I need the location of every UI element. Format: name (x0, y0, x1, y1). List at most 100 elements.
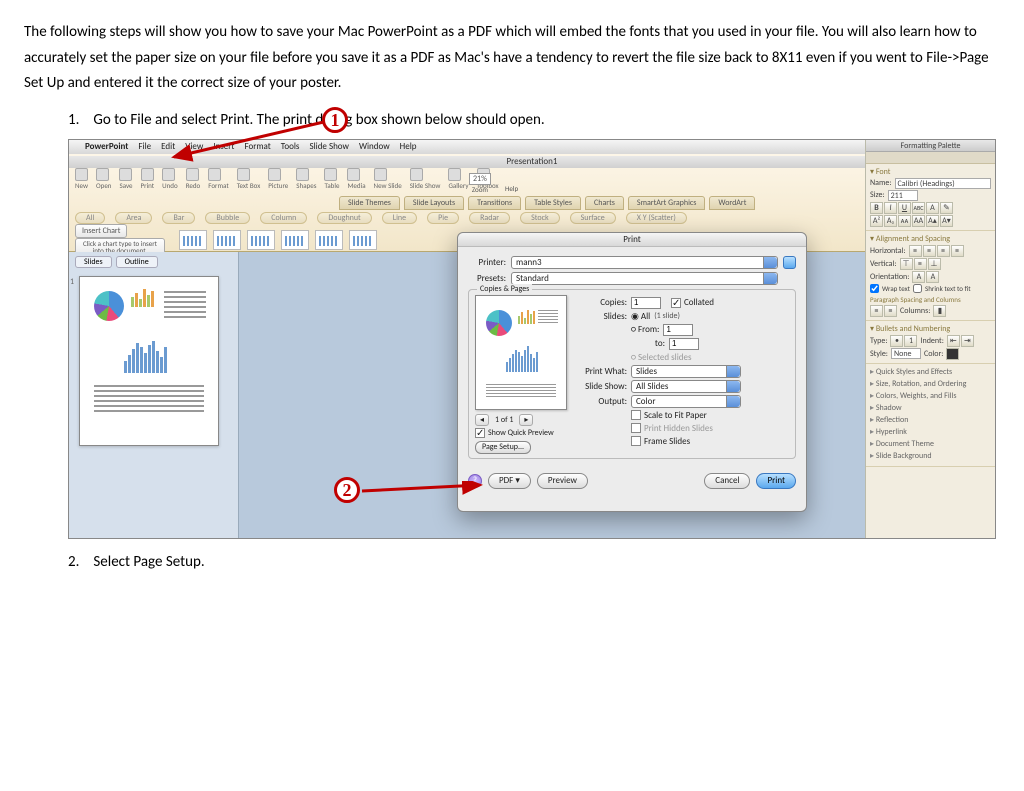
spacing-icon[interactable]: ≡ (884, 305, 897, 317)
qat-slideshow-icon[interactable] (410, 168, 423, 181)
from-input[interactable] (663, 324, 693, 336)
chartcat-area[interactable]: Area (115, 212, 152, 224)
tab-slides[interactable]: Slides (75, 256, 112, 268)
color-swatch[interactable] (946, 348, 959, 360)
menu-help[interactable]: Help (400, 141, 417, 152)
tab-charts[interactable]: Charts (585, 196, 624, 210)
preview-button[interactable]: Preview (537, 473, 588, 489)
qat-textbox-icon[interactable] (237, 168, 250, 181)
show-quick-preview-checkbox[interactable]: Show Quick Preview (475, 428, 567, 438)
menu-app[interactable]: PowerPoint (85, 141, 128, 152)
strike-button[interactable]: ABC (912, 202, 925, 214)
disc-shadow[interactable]: Shadow (870, 402, 991, 414)
chartcat-bar[interactable]: Bar (162, 212, 195, 224)
cancel-button[interactable]: Cancel (704, 473, 750, 489)
indent-dec-icon[interactable]: ⇤ (947, 335, 960, 347)
print-what-select[interactable]: Slides (631, 365, 741, 378)
scale-checkbox[interactable]: Scale to Fit Paper (631, 410, 707, 421)
tab-slide-layouts[interactable]: Slide Layouts (404, 196, 464, 210)
disc-size-rotation[interactable]: Size, Rotation, and Ordering (870, 378, 991, 390)
menu-edit[interactable]: Edit (161, 141, 175, 152)
prev-page-button[interactable]: ◂ (475, 414, 489, 426)
shrink-font-button[interactable]: A▾ (940, 215, 953, 227)
disc-quick-styles[interactable]: Quick Styles and Effects (870, 366, 991, 378)
qat-shapes-icon[interactable] (296, 168, 309, 181)
menu-tools[interactable]: Tools (281, 141, 300, 152)
chart-thumb[interactable] (213, 230, 241, 250)
chartcat-stock[interactable]: Stock (520, 212, 560, 224)
chartcat-all[interactable]: All (75, 212, 105, 224)
slideshow-select[interactable]: All Slides (631, 380, 741, 393)
allcaps-button[interactable]: AA (912, 215, 925, 227)
valign-bot-icon[interactable]: ⊥ (928, 258, 941, 270)
superscript-button[interactable]: A² (870, 215, 883, 227)
valign-top-icon[interactable]: ⊤ (900, 258, 913, 270)
copies-input[interactable] (631, 297, 661, 309)
slides-from-radio[interactable]: ○ From: (631, 324, 659, 335)
highlight-button[interactable]: ✎ (940, 202, 953, 214)
chart-thumb[interactable] (315, 230, 343, 250)
shrink-fit-checkbox[interactable]: Shrink text to fit (913, 284, 971, 293)
chartcat-doughnut[interactable]: Doughnut (317, 212, 371, 224)
qat-newslide-icon[interactable] (374, 168, 387, 181)
presets-select[interactable]: Standard (511, 272, 778, 285)
underline-button[interactable]: U (898, 202, 911, 214)
chart-thumb[interactable] (349, 230, 377, 250)
italic-button[interactable]: I (884, 202, 897, 214)
chart-thumb[interactable] (247, 230, 275, 250)
bullet-type-icon[interactable]: • (890, 335, 903, 347)
menu-file[interactable]: File (138, 141, 151, 152)
align-justify-icon[interactable]: ≡ (951, 245, 964, 257)
qat-print-icon[interactable] (141, 168, 154, 181)
disc-slide-bg[interactable]: Slide Background (870, 450, 991, 462)
align-right-icon[interactable]: ≡ (937, 245, 950, 257)
tab-smartart[interactable]: SmartArt Graphics (628, 196, 706, 210)
disc-hyperlink[interactable]: Hyperlink (870, 426, 991, 438)
menu-view[interactable]: View (185, 141, 203, 152)
zoom-value[interactable]: 21% (469, 173, 491, 185)
print-button[interactable]: Print (756, 473, 796, 489)
qat-new-icon[interactable] (75, 168, 88, 181)
wrap-text-checkbox[interactable]: Wrap text (870, 284, 910, 293)
orient-v-icon[interactable]: A (926, 271, 939, 283)
qat-undo-icon[interactable] (162, 168, 175, 181)
menu-slideshow[interactable]: Slide Show (309, 141, 349, 152)
output-select[interactable]: Color (631, 395, 741, 408)
spacing-icon[interactable]: ≡ (870, 305, 883, 317)
pdf-button[interactable]: PDF ▾ (488, 473, 531, 489)
help-label[interactable]: Help (505, 184, 518, 193)
chartcat-surface[interactable]: Surface (570, 212, 616, 224)
menu-format[interactable]: Format (244, 141, 270, 152)
font-size-field[interactable]: 211 (888, 190, 918, 201)
tab-outline[interactable]: Outline (116, 256, 158, 268)
frame-checkbox[interactable]: Frame Slides (631, 436, 690, 447)
qat-format-icon[interactable] (208, 168, 221, 181)
menu-window[interactable]: Window (359, 141, 390, 152)
indent-inc-icon[interactable]: ⇥ (961, 335, 974, 347)
chartcat-xy[interactable]: X Y (Scatter) (626, 212, 687, 224)
subscript-button[interactable]: A₂ (884, 215, 897, 227)
to-input[interactable] (669, 338, 699, 350)
disc-colors-weights[interactable]: Colors, Weights, and Fills (870, 390, 991, 402)
chartcat-pie[interactable]: Pie (427, 212, 459, 224)
qat-redo-icon[interactable] (186, 168, 199, 181)
columns-icon[interactable]: ▮ (933, 305, 946, 317)
disc-reflection[interactable]: Reflection (870, 414, 991, 426)
tab-slide-themes[interactable]: Slide Themes (339, 196, 400, 210)
grow-font-button[interactable]: A▴ (926, 215, 939, 227)
qat-table-icon[interactable] (324, 168, 337, 181)
chartcat-bubble[interactable]: Bubble (205, 212, 250, 224)
style-field[interactable]: None (891, 348, 921, 359)
collated-checkbox[interactable]: Collated (671, 297, 714, 308)
bold-button[interactable]: B (870, 202, 883, 214)
disc-doc-theme[interactable]: Document Theme (870, 438, 991, 450)
chart-thumb[interactable] (281, 230, 309, 250)
printer-select[interactable]: mann3 (511, 256, 778, 269)
help-icon[interactable]: ? (468, 474, 482, 488)
slide-thumbnail-1[interactable] (79, 276, 219, 446)
qat-media-icon[interactable] (347, 168, 360, 181)
smallcaps-button[interactable]: ᴀᴀ (898, 215, 911, 227)
printer-info-icon[interactable] (783, 256, 796, 269)
qat-open-icon[interactable] (96, 168, 109, 181)
chartcat-radar[interactable]: Radar (469, 212, 510, 224)
